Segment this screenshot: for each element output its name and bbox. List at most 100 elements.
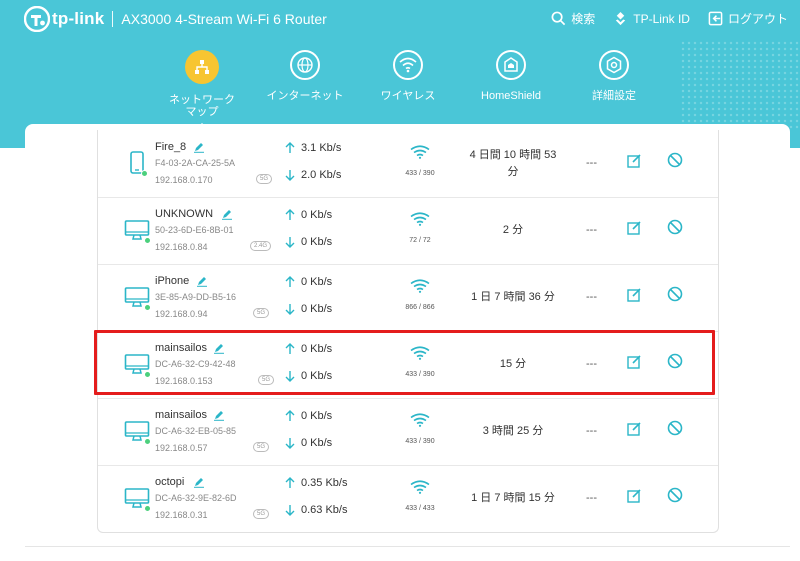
tp-link-id-button[interactable]: TP-Link ID — [613, 10, 690, 27]
download-speed: 0 Kb/s — [285, 236, 332, 248]
edit-name-icon[interactable] — [221, 208, 233, 220]
tab-homeshield[interactable]: HomeShield — [461, 50, 561, 102]
download-speed: 0.63 Kb/s — [285, 504, 347, 516]
download-speed-value: 0 Kb/s — [301, 236, 333, 248]
network-map-icon — [185, 50, 219, 84]
tab-wireless[interactable]: ワイヤレス — [358, 50, 458, 102]
tp-link-id-label: TP-Link ID — [633, 11, 690, 26]
product-name: AX3000 4-Stream Wi-Fi 6 Router — [121, 11, 327, 27]
advanced-settings-icon — [599, 50, 629, 80]
tab-internet-label: インターネット — [266, 90, 344, 102]
logo-text: tp-link — [52, 9, 105, 28]
download-speed: 0 Kb/s — [285, 437, 332, 449]
wifi-icon — [393, 50, 423, 80]
connection-time-value: 1 日 7 時間 15 分 — [471, 492, 555, 504]
download-speed-value: 0 Kb/s — [301, 303, 333, 315]
edit-device-button[interactable] — [627, 220, 642, 235]
download-speed-value: 0 Kb/s — [301, 437, 333, 449]
block-device-button[interactable] — [667, 487, 683, 503]
band-badge: 5G — [253, 442, 270, 452]
download-arrow-icon — [285, 505, 295, 516]
mac-address: DC-A6-32-EB-05-85 — [155, 426, 237, 436]
download-speed: 0 Kb/s — [285, 303, 332, 315]
logout-label: ログアウト — [727, 12, 788, 26]
wifi-signal-icon — [410, 413, 430, 427]
edit-name-icon[interactable] — [196, 275, 208, 287]
device-name: UNKNOWN — [155, 208, 214, 220]
connection-time-value: 2 分 — [502, 224, 524, 236]
tab-advanced[interactable]: 詳細設定 — [564, 50, 664, 102]
tab-homeshield-label: HomeShield — [481, 90, 541, 102]
edit-device-button[interactable] — [627, 488, 642, 503]
placeholder-dash: --- — [586, 492, 597, 504]
download-speed-value: 0.63 Kb/s — [301, 504, 348, 516]
upload-speed: 3.1 Kb/s — [285, 142, 341, 154]
upload-arrow-icon — [285, 142, 295, 153]
connection-time-value: 4 日間 10 時間 53 分 — [469, 148, 557, 178]
link-rate: 866 / 866 — [405, 304, 435, 311]
upload-arrow-icon — [285, 410, 295, 421]
link-rate: 433 / 433 — [405, 505, 435, 512]
block-device-button[interactable] — [667, 219, 683, 235]
block-device-button[interactable] — [667, 286, 683, 302]
tab-wireless-label: ワイヤレス — [380, 90, 436, 102]
edit-name-icon[interactable] — [193, 476, 205, 488]
placeholder-dash: --- — [586, 224, 597, 236]
device-row: UNKNOWN 50-23-6D-E6-8B-01 192.168.0.84 2… — [98, 197, 718, 265]
upload-speed-value: 3.1 Kb/s — [301, 142, 342, 154]
brand-divider — [112, 11, 114, 27]
mac-address: 3E-85-A9-DD-B5-16 — [155, 292, 237, 302]
edit-name-icon[interactable] — [213, 409, 225, 421]
tab-internet[interactable]: インターネット — [255, 50, 355, 102]
placeholder-dash: --- — [586, 291, 597, 303]
globe-icon — [290, 50, 320, 80]
wifi-signal-icon — [410, 279, 430, 293]
device-name: mainsailos — [155, 409, 207, 421]
online-status-dot — [141, 170, 148, 177]
search-button[interactable]: 検索 — [551, 10, 595, 27]
edit-name-icon[interactable] — [193, 141, 205, 153]
connection-time: 2 分 — [458, 197, 568, 264]
band-badge: 5G — [256, 174, 273, 184]
logout-button[interactable]: ログアウト — [708, 10, 788, 27]
logout-icon — [708, 11, 723, 26]
connection-time-value: 1 日 7 時間 36 分 — [471, 291, 555, 303]
upload-speed-value: 0.35 Kb/s — [301, 477, 348, 489]
edit-device-button[interactable] — [627, 287, 642, 302]
connection-time: 4 日間 10 時間 53 分 — [458, 130, 568, 197]
block-device-button[interactable] — [667, 420, 683, 436]
mac-address: DC-A6-32-9E-82-6D — [155, 493, 237, 503]
upload-arrow-icon — [285, 477, 295, 488]
search-label: 検索 — [571, 12, 596, 26]
upload-speed: 0 Kb/s — [285, 209, 332, 221]
edit-device-button[interactable] — [627, 421, 642, 436]
link-rate: 433 / 390 — [405, 438, 435, 445]
online-status-dot — [144, 505, 151, 512]
device-row: octopi DC-A6-32-9E-82-6D 192.168.0.31 5G… — [98, 465, 718, 532]
edit-device-button[interactable] — [627, 153, 642, 168]
device-name: iPhone — [155, 275, 190, 287]
upload-speed: 0 Kb/s — [285, 276, 332, 288]
download-arrow-icon — [285, 170, 295, 181]
device-name: Fire_8 — [155, 141, 187, 153]
band-badge: 5G — [253, 308, 270, 318]
placeholder-dash: --- — [586, 425, 597, 437]
link-rate: 72 / 72 — [409, 237, 431, 244]
connection-time-value: 3 時間 25 分 — [482, 425, 544, 437]
upload-speed: 0 Kb/s — [285, 410, 332, 422]
tab-network-map[interactable]: ネットワーク マップ — [152, 50, 252, 118]
user-id-icon — [616, 11, 626, 26]
download-arrow-icon — [285, 237, 295, 248]
upload-arrow-icon — [285, 276, 295, 287]
block-device-button[interactable] — [667, 152, 683, 168]
ip-address: 192.168.0.57 — [155, 443, 208, 453]
tab-network-map-label: ネットワーク マップ — [169, 94, 235, 118]
brand: tp-link AX3000 4-Stream Wi-Fi 6 Router — [24, 6, 327, 32]
ip-address: 192.168.0.84 — [155, 242, 208, 252]
device-row: Fire_8 F4-03-2A-CA-25-5A 192.168.0.170 5… — [98, 130, 718, 198]
online-status-dot — [144, 237, 151, 244]
download-arrow-icon — [285, 304, 295, 315]
link-rate: 433 / 390 — [405, 170, 435, 177]
download-speed-value: 2.0 Kb/s — [301, 169, 342, 181]
tp-link-logo-icon — [24, 6, 50, 32]
